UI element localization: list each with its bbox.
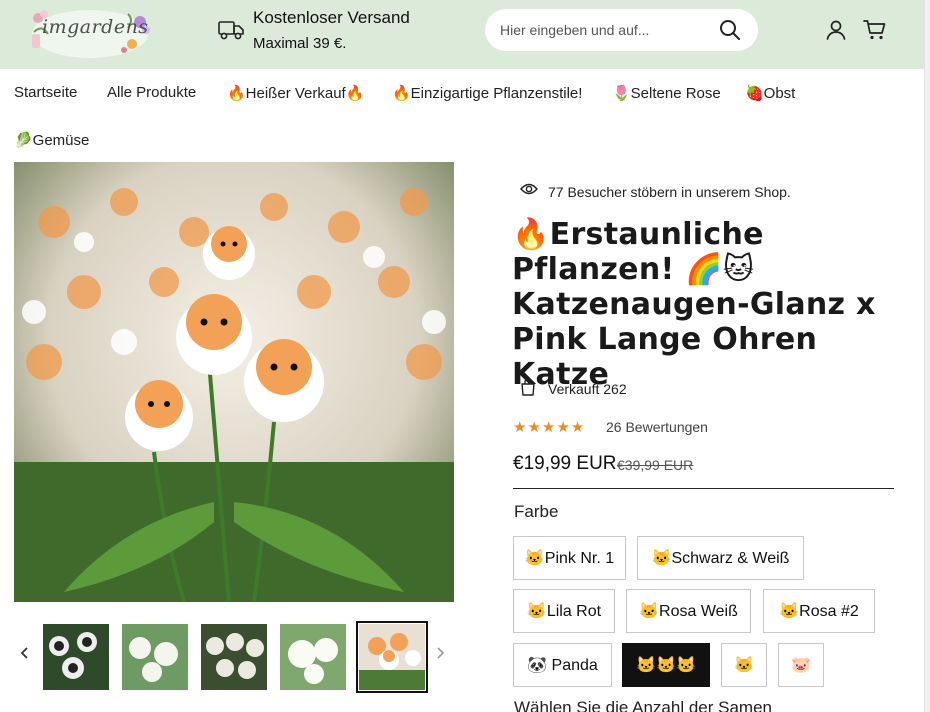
logo[interactable]: imgardens <box>28 4 154 60</box>
eye-icon <box>520 183 538 195</box>
visitors-notice: 77 Besucher stöbern in unserem Shop. <box>520 182 791 200</box>
thumbnail-image <box>359 624 425 690</box>
nav-alle-produkte[interactable]: Alle Produkte <box>107 84 196 101</box>
seed-amount-label: Wählen Sie die Anzahl der Samen <box>514 698 772 712</box>
color-label: Farbe <box>514 502 559 521</box>
chevron-left-icon[interactable] <box>20 646 30 660</box>
thumbnail-4[interactable] <box>280 624 346 690</box>
color-option-rosa-weiss[interactable]: 🐱Rosa Weiß <box>626 589 751 633</box>
thumbnail-image <box>122 624 188 690</box>
visitors-text: 77 Besucher stöbern in unserem Shop. <box>548 184 791 200</box>
color-option-lila-rot[interactable]: 🐱Lila Rot <box>513 589 615 633</box>
nav-pflanzenstile[interactable]: 🔥Einzigartige Pflanzenstile! <box>392 84 582 102</box>
thumbnail-5[interactable] <box>356 621 428 693</box>
thumbnail-image <box>280 624 346 690</box>
thumbnail-2[interactable] <box>122 624 188 690</box>
thumbnail-3[interactable] <box>201 624 267 690</box>
thumbnail-image <box>201 624 267 690</box>
star-icon: ★ <box>556 419 571 436</box>
cat-flower-photo <box>14 162 454 602</box>
color-option-pig[interactable]: 🐷 <box>778 643 824 687</box>
logo-text: imgardens <box>42 16 149 38</box>
sold-text: Verkauft 262 <box>548 381 627 397</box>
star-icon: ★ <box>570 419 586 436</box>
truck-icon <box>218 21 244 40</box>
search-input[interactable] <box>500 19 720 41</box>
shipping-subtitle: Maximal 39 €. <box>253 35 347 52</box>
nav-gemuese[interactable]: 🥬Gemüse <box>14 131 89 149</box>
color-option-pink-nr-1[interactable]: 🐱Pink Nr. 1 <box>513 536 626 580</box>
star-icon: ★ <box>541 419 557 436</box>
search-icon[interactable] <box>718 18 742 42</box>
account-icon[interactable] <box>825 19 847 41</box>
star-icon: ★ <box>527 419 542 436</box>
color-option-panda[interactable]: 🐼 Panda <box>513 643 612 687</box>
cart-icon[interactable] <box>863 19 887 41</box>
nav-heisser-verkauf[interactable]: 🔥Heißer Verkauf🔥 <box>227 84 364 102</box>
color-option-single-cat[interactable]: 🐱 <box>721 643 767 687</box>
product-main-image[interactable] <box>14 162 454 602</box>
divider <box>513 488 894 489</box>
color-option-schwarz-weiss[interactable]: 🐱Schwarz & Weiß <box>637 536 804 580</box>
nav-startseite[interactable]: Startseite <box>14 84 77 101</box>
page-scrollbar[interactable] <box>924 0 930 712</box>
shipping-title: Kostenloser Versand <box>253 8 410 27</box>
chevron-right-icon[interactable] <box>435 646 445 660</box>
sold-count: Verkauft 262 <box>520 378 627 399</box>
nav-obst[interactable]: 🍓Obst <box>745 84 795 102</box>
color-option-three-cats[interactable]: 🐱🐱🐱 <box>622 643 710 687</box>
shopping-bag-icon <box>521 378 535 396</box>
reviews-count[interactable]: 26 Bewertungen <box>606 419 708 435</box>
compare-price: €39,99 EUR <box>617 457 694 473</box>
search-bar <box>485 9 758 51</box>
rating-stars: ★★★★★ <box>513 418 585 436</box>
nav-seltene-rose[interactable]: 🌷Seltene Rose <box>612 84 721 102</box>
thumbnail-image <box>43 624 109 690</box>
site-header: imgardens Kostenloser Versand Maximal 39… <box>0 0 924 69</box>
product-title: 🔥Erstaunliche Pflanzen! 🌈🐱 Katzenaugen-G… <box>512 217 876 392</box>
thumbnail-1[interactable] <box>43 624 109 690</box>
price: €19,99 EUR <box>513 453 617 474</box>
star-icon: ★ <box>513 419 528 436</box>
color-option-rosa-2[interactable]: 🐱Rosa #2 <box>763 589 875 633</box>
